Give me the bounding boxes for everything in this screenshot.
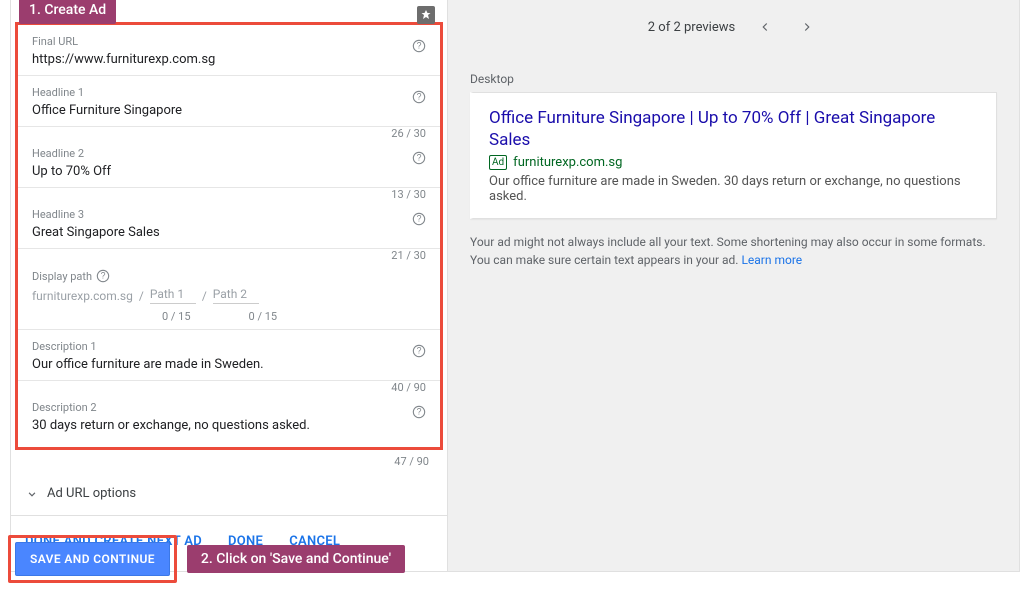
field-final-url[interactable]: Final URL https://www.furniturexp.com.sg… (18, 25, 440, 76)
preview-device-label: Desktop (470, 72, 997, 86)
final-url-value: https://www.furniturexp.com.sg (32, 52, 426, 67)
headline2-value: Up to 70% Off (32, 164, 426, 179)
field-headline-2[interactable]: Headline 2 Up to 70% Off ? 13 / 30 (18, 127, 440, 188)
help-icon[interactable]: ? (412, 151, 426, 165)
headline2-label: Headline 2 (32, 147, 426, 160)
preview-header: 2 of 2 previews (448, 0, 1019, 54)
ad-url-options-toggle[interactable]: Ad URL options (11, 472, 447, 515)
field-headline-1[interactable]: Headline 1 Office Furniture Singapore ? … (18, 76, 440, 127)
headline3-label: Headline 3 (32, 208, 426, 221)
help-icon[interactable]: ? (412, 90, 426, 104)
chevron-right-icon (800, 20, 814, 34)
ad-preview-title: Office Furniture Singapore | Up to 70% O… (489, 107, 980, 151)
help-icon[interactable]: ? (412, 39, 426, 53)
tips-icon[interactable] (417, 6, 435, 24)
svg-text:?: ? (417, 153, 422, 163)
headline1-value: Office Furniture Singapore (32, 103, 426, 118)
headline3-value: Great Singapore Sales (32, 225, 426, 240)
description2-value: 30 days return or exchange, no questions… (32, 418, 426, 433)
headline1-label: Headline 1 (32, 86, 426, 99)
ad-preview-url: furniturexp.com.sg (513, 155, 622, 170)
help-icon[interactable]: ? (412, 212, 426, 226)
description2-counter: 47 / 90 (394, 455, 429, 468)
ad-form-highlight: Final URL https://www.furniturexp.com.sg… (15, 22, 443, 450)
display-path-label: Display path ? (32, 269, 426, 283)
help-icon[interactable]: ? (96, 269, 110, 283)
svg-text:?: ? (417, 92, 422, 102)
path1-counter: 0 / 15 (162, 310, 191, 323)
learn-more-link[interactable]: Learn more (741, 253, 802, 267)
path2-input[interactable]: Path 2 (213, 287, 259, 304)
description1-value: Our office furniture are made in Sweden. (32, 357, 426, 372)
field-description-1[interactable]: Description 1 Our office furniture are m… (18, 329, 440, 381)
ad-preview-description: Our office furniture are made in Sweden.… (489, 174, 980, 204)
description2-label: Description 2 (32, 401, 426, 414)
ad-form-panel: 1. Create Ad Final URL https://www.furni… (11, 0, 448, 571)
preview-count: 2 of 2 previews (648, 20, 735, 35)
description1-label: Description 1 (32, 340, 426, 353)
chevron-down-icon (25, 487, 39, 501)
display-path-domain: furniturexp.com.sg (32, 289, 133, 303)
svg-text:?: ? (417, 41, 422, 51)
help-icon[interactable]: ? (412, 405, 426, 419)
preview-panel: 2 of 2 previews Desktop Office Furniture… (448, 0, 1019, 571)
preview-prev-button[interactable] (753, 15, 777, 39)
callout-step-2: 2. Click on 'Save and Continue' (187, 545, 405, 573)
chevron-left-icon (758, 20, 772, 34)
save-and-continue-button[interactable]: SAVE AND CONTINUE (15, 542, 170, 576)
ad-preview-card: Office Furniture Singapore | Up to 70% O… (470, 92, 997, 219)
final-url-label: Final URL (32, 35, 426, 48)
save-button-highlight: SAVE AND CONTINUE (8, 535, 177, 583)
svg-text:?: ? (417, 214, 422, 224)
preview-next-button[interactable] (795, 15, 819, 39)
preview-note: Your ad might not always include all you… (470, 233, 997, 269)
help-icon[interactable]: ? (412, 344, 426, 358)
field-display-path: Display path ? furniturexp.com.sg / Path… (18, 249, 440, 323)
path2-counter: 0 / 15 (249, 310, 278, 323)
svg-text:?: ? (417, 346, 422, 356)
path1-input[interactable]: Path 1 (150, 287, 196, 304)
callout-step-1: 1. Create Ad (19, 0, 116, 24)
svg-text:?: ? (101, 271, 106, 281)
svg-text:?: ? (417, 407, 422, 417)
field-headline-3[interactable]: Headline 3 Great Singapore Sales ? 21 / … (18, 188, 440, 249)
field-description-2[interactable]: Description 2 30 days return or exchange… (18, 381, 440, 447)
ad-badge: Ad (489, 155, 507, 170)
